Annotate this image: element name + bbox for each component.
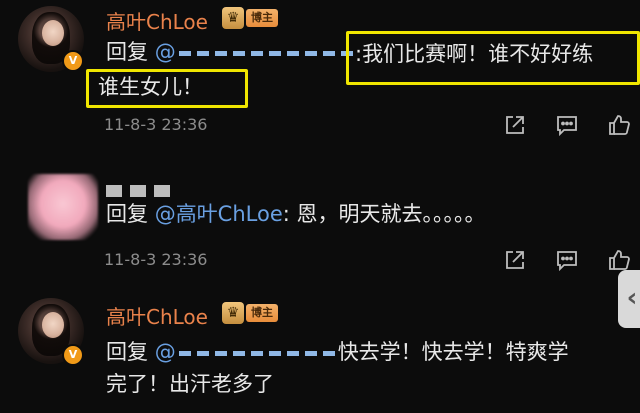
reply-text-continued: 谁生女儿！ [98, 75, 203, 99]
like-icon[interactable] [607, 113, 631, 137]
reply-text-continued: 完了！出汗老多了 [106, 372, 274, 396]
timestamp: 11-8-3 23:36 [104, 250, 208, 269]
avatar-face [42, 20, 64, 46]
username[interactable]: 高叶ChLoe [106, 301, 208, 330]
crown-icon: ♛ [222, 302, 244, 324]
reply-text: 快去学！快去学！特爽学 [337, 340, 569, 364]
reply-line: 回复 @ 快去学！快去学！特爽学 [106, 338, 569, 366]
reply-label: 回复 [106, 40, 148, 64]
reply-label: 回复 [106, 202, 148, 226]
reply-text: : 恩，明天就去。。。。。 [282, 202, 486, 226]
reply-text: :我们比赛啊！谁不好好练 [355, 42, 594, 66]
comment-icon[interactable] [555, 113, 579, 137]
timestamp: 11-8-3 23:36 [104, 115, 208, 134]
owner-badge: 博主 [246, 9, 278, 27]
mention-user[interactable]: @ [155, 40, 356, 64]
user-avatar-blurred[interactable] [28, 174, 98, 240]
side-scroll-handle[interactable]: ‹ [618, 270, 640, 328]
reply-label: 回复 [106, 340, 148, 364]
comment-icon[interactable] [555, 248, 579, 272]
mention-user[interactable]: @高叶ChLoe [155, 202, 283, 226]
username[interactable]: 高叶ChLoe [106, 6, 208, 35]
reply-line: 回复 @高叶ChLoe: 恩，明天就去。。。。。 [106, 200, 486, 228]
verified-badge-icon: V [62, 50, 84, 72]
share-icon[interactable] [503, 113, 527, 137]
reply-line-1: 回复 @ [106, 38, 356, 66]
owner-badge: 博主 [246, 304, 278, 322]
masked-username[interactable] [106, 182, 182, 197]
crown-icon: ♛ [222, 7, 244, 29]
like-icon[interactable] [607, 248, 631, 272]
avatar-face [42, 312, 64, 338]
share-icon[interactable] [503, 248, 527, 272]
verified-badge-icon: V [62, 344, 84, 366]
mention-user[interactable]: @ [155, 340, 338, 364]
